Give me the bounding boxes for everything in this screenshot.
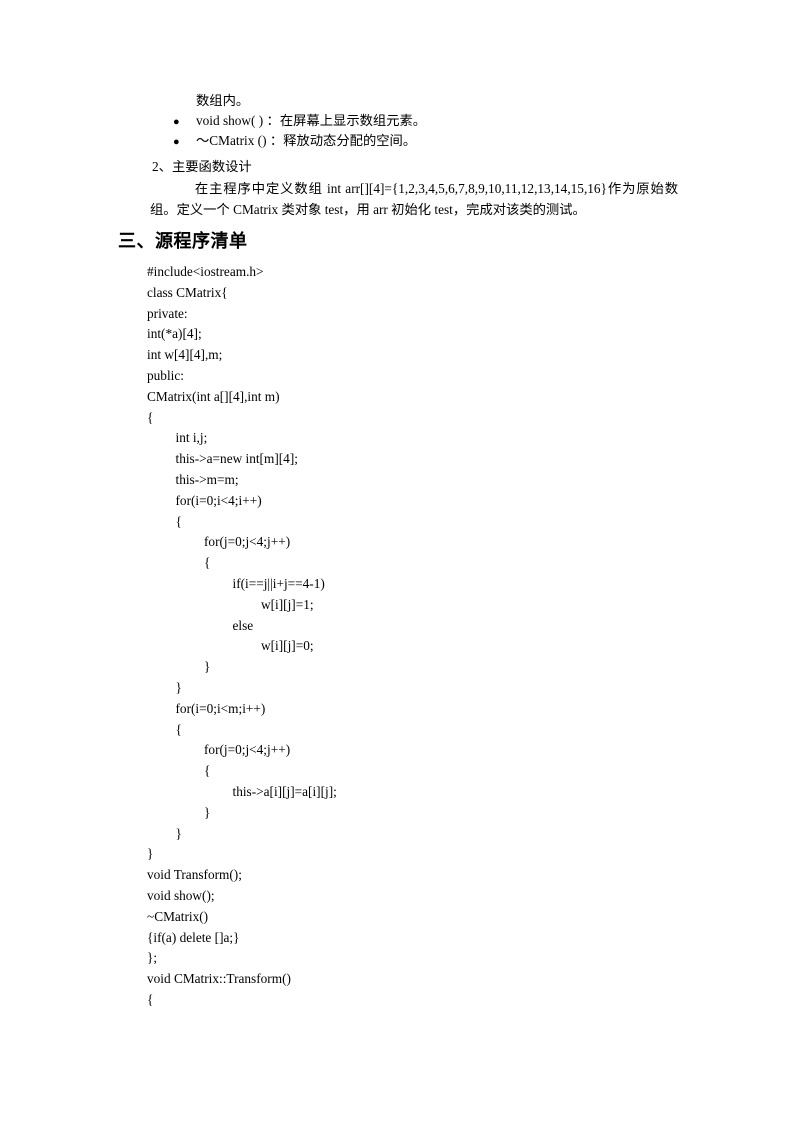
code-line-text: class CMatrix{: [147, 284, 228, 300]
code-line-text: #include<iostream.h>: [147, 264, 264, 279]
code-line: public:: [0, 366, 794, 387]
numbered-subsection-heading: 2、主要函数设计: [152, 159, 252, 174]
code-line: };: [0, 948, 794, 969]
code-line: int w[4][4],m;: [0, 345, 794, 366]
code-line-text: private:: [147, 305, 188, 321]
code-line: }: [0, 678, 794, 699]
code-line: int(*a)[4];: [0, 324, 794, 345]
code-line-text: };: [147, 950, 158, 966]
code-line-text: void CMatrix::Transform(): [147, 971, 291, 987]
bullet-list-item-destructor: ● ～CMatrix () ：释放动态分配的空间。: [173, 131, 416, 152]
code-line-text: {: [175, 721, 182, 737]
section-heading-source-listing: 三、源程序清单: [118, 231, 248, 251]
continuation-line: 数组内。: [196, 93, 250, 108]
code-line-text: {: [147, 409, 154, 425]
code-line-text: {: [175, 513, 182, 529]
code-line: for(j=0;j<4;j++): [0, 532, 794, 553]
code-line: {: [0, 553, 794, 574]
code-line-text: void show();: [147, 887, 215, 903]
code-line: {if(a) delete []a;}: [0, 928, 794, 949]
code-line-text: {: [204, 763, 211, 779]
code-line: if(i==j||i+j==4-1): [0, 574, 794, 595]
code-line-text: {if(a) delete []a;}: [147, 929, 240, 945]
code-line-text: }: [175, 825, 182, 841]
code-line-text: for(i=0;i<m;i++): [175, 700, 266, 716]
code-line: void Transform();: [0, 865, 794, 886]
paragraph-text: 在主程序中定义数组 int arr[][4]={1,2,3,4,5,6,7,8,…: [150, 181, 678, 217]
code-line-text: }: [204, 659, 211, 675]
code-line-text: w[i][j]=1;: [261, 596, 314, 612]
bullet-dot-icon: ●: [173, 116, 180, 128]
code-line-text: if(i==j||i+j==4-1): [232, 575, 325, 591]
code-line-text: CMatrix(int a[][4],int m): [147, 388, 280, 404]
code-line: }: [0, 803, 794, 824]
document-page: 数组内。 ● void show( ) ：在屏幕上显示数组元素。 ● ～CMat…: [0, 0, 794, 1123]
code-line: for(i=0;i<4;i++): [0, 491, 794, 512]
code-line: {: [0, 990, 794, 1011]
code-line: void show();: [0, 886, 794, 907]
code-line: {: [0, 512, 794, 533]
bullet-dot-icon: ●: [173, 136, 180, 148]
code-line-text: else: [232, 617, 254, 633]
code-line-text: {: [147, 991, 154, 1007]
code-line: for(i=0;i<m;i++): [0, 699, 794, 720]
bullet-item-label: void show( ) ：在屏幕上显示数组元素。: [196, 113, 427, 128]
code-line-text: this->a[i][j]=a[i][j];: [232, 783, 337, 799]
code-line: {: [0, 761, 794, 782]
source-code-listing: #include<iostream.h> class CMatrix{ privat…: [0, 262, 794, 1011]
code-line: for(j=0;j<4;j++): [0, 740, 794, 761]
code-line: }: [0, 824, 794, 845]
bullet-item-label: ～CMatrix () ：释放动态分配的空间。: [196, 133, 417, 148]
code-line: int i,j;: [0, 428, 794, 449]
code-line: private:: [0, 304, 794, 325]
code-line: #include<iostream.h>: [0, 262, 794, 283]
code-line-text: ~CMatrix(): [147, 908, 209, 924]
code-line: }: [0, 844, 794, 865]
code-line-text: int i,j;: [175, 430, 208, 446]
code-line: {: [0, 408, 794, 429]
code-line-text: this->a=new int[m][4];: [175, 451, 298, 467]
code-line: void CMatrix::Transform(): [0, 969, 794, 990]
code-line: else: [0, 616, 794, 637]
code-line-text: }: [204, 804, 211, 820]
code-line: CMatrix(int a[][4],int m): [0, 387, 794, 408]
code-line: class CMatrix{: [0, 283, 794, 304]
code-line: w[i][j]=1;: [0, 595, 794, 616]
code-line-text: }: [147, 846, 154, 862]
code-line-text: int(*a)[4];: [147, 326, 202, 342]
code-line-text: for(j=0;j<4;j++): [204, 534, 291, 550]
bullet-list-item-show: ● void show( ) ：在屏幕上显示数组元素。: [173, 111, 426, 132]
code-line-text: int w[4][4],m;: [147, 347, 223, 363]
code-line: }: [0, 657, 794, 678]
code-line-text: for(j=0;j<4;j++): [204, 742, 291, 758]
body-paragraph: 在主程序中定义数组 int arr[][4]={1,2,3,4,5,6,7,8,…: [150, 178, 678, 220]
code-line: w[i][j]=0;: [0, 636, 794, 657]
code-line-text: w[i][j]=0;: [261, 638, 314, 654]
code-line-text: {: [204, 555, 211, 571]
code-line: this->a=new int[m][4];: [0, 449, 794, 470]
code-line: {: [0, 720, 794, 741]
code-line-text: void Transform();: [147, 867, 242, 883]
code-line: this->a[i][j]=a[i][j];: [0, 782, 794, 803]
code-line: ~CMatrix(): [0, 907, 794, 928]
code-line-text: for(i=0;i<4;i++): [175, 492, 262, 508]
code-line-text: this->m=m;: [175, 471, 239, 487]
code-line-text: }: [175, 679, 182, 695]
code-line-text: public:: [147, 367, 184, 383]
code-line: this->m=m;: [0, 470, 794, 491]
